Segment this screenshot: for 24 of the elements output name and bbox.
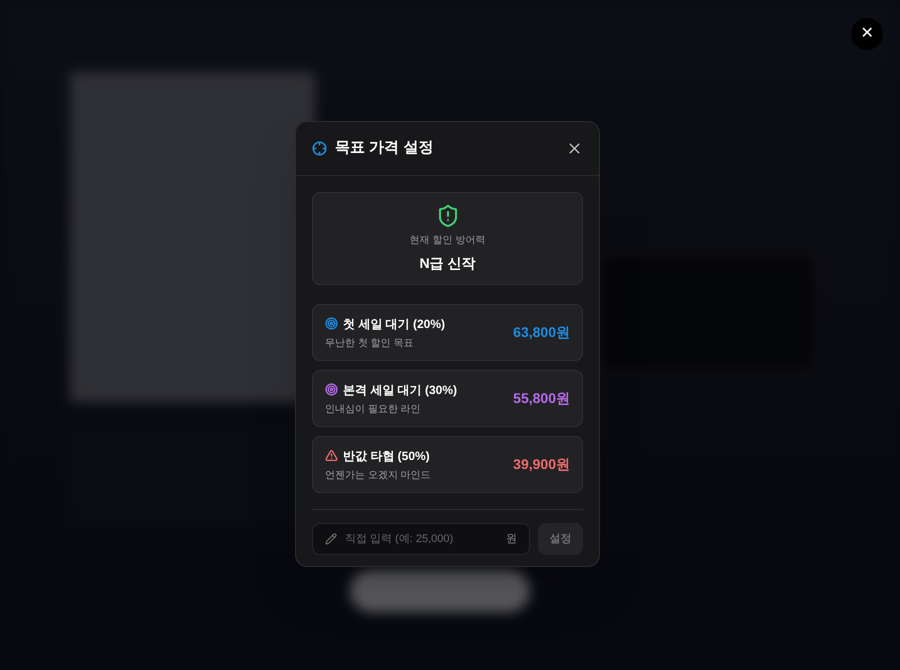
- option-subtitle: 무난한 첫 할인 목표: [325, 336, 414, 350]
- price-text-input[interactable]: 직접 입력 (예: 25,000): [345, 530, 498, 548]
- crosshair-icon: [312, 141, 327, 156]
- target-icon: [325, 317, 338, 330]
- defense-label: 현재 할인 방어력: [410, 234, 486, 248]
- price-option[interactable]: 본격 세일 대기 (30%) 인내심이 필요한 라인 55,800원: [312, 370, 583, 427]
- option-title: 본격 세일 대기 (30%): [343, 382, 458, 398]
- target-icon: [325, 383, 338, 396]
- option-price: 39,900원: [513, 455, 570, 474]
- warning-icon: [325, 449, 338, 462]
- option-subtitle: 인내심이 필요한 라인: [325, 402, 422, 416]
- option-title: 첫 세일 대기 (20%): [343, 316, 446, 332]
- option-price: 55,800원: [513, 389, 570, 408]
- defense-value: N급 신작: [420, 254, 476, 272]
- option-title: 반값 타협 (50%): [343, 448, 430, 464]
- price-input-field[interactable]: 직접 입력 (예: 25,000) 원: [312, 523, 530, 555]
- price-option[interactable]: 반값 타협 (50%) 언젠가는 오겠지 마인드 39,900원: [312, 436, 583, 493]
- close-button[interactable]: ✕: [851, 18, 883, 50]
- price-option[interactable]: 첫 세일 대기 (20%) 무난한 첫 할인 목표 63,800원: [312, 304, 583, 361]
- pencil-icon: [325, 533, 337, 545]
- modal-title: 목표 가격 설정: [335, 138, 434, 158]
- unit-label: 원: [506, 532, 517, 547]
- option-subtitle: 언젠가는 오겠지 마인드: [325, 468, 432, 482]
- option-price: 63,800원: [513, 323, 570, 342]
